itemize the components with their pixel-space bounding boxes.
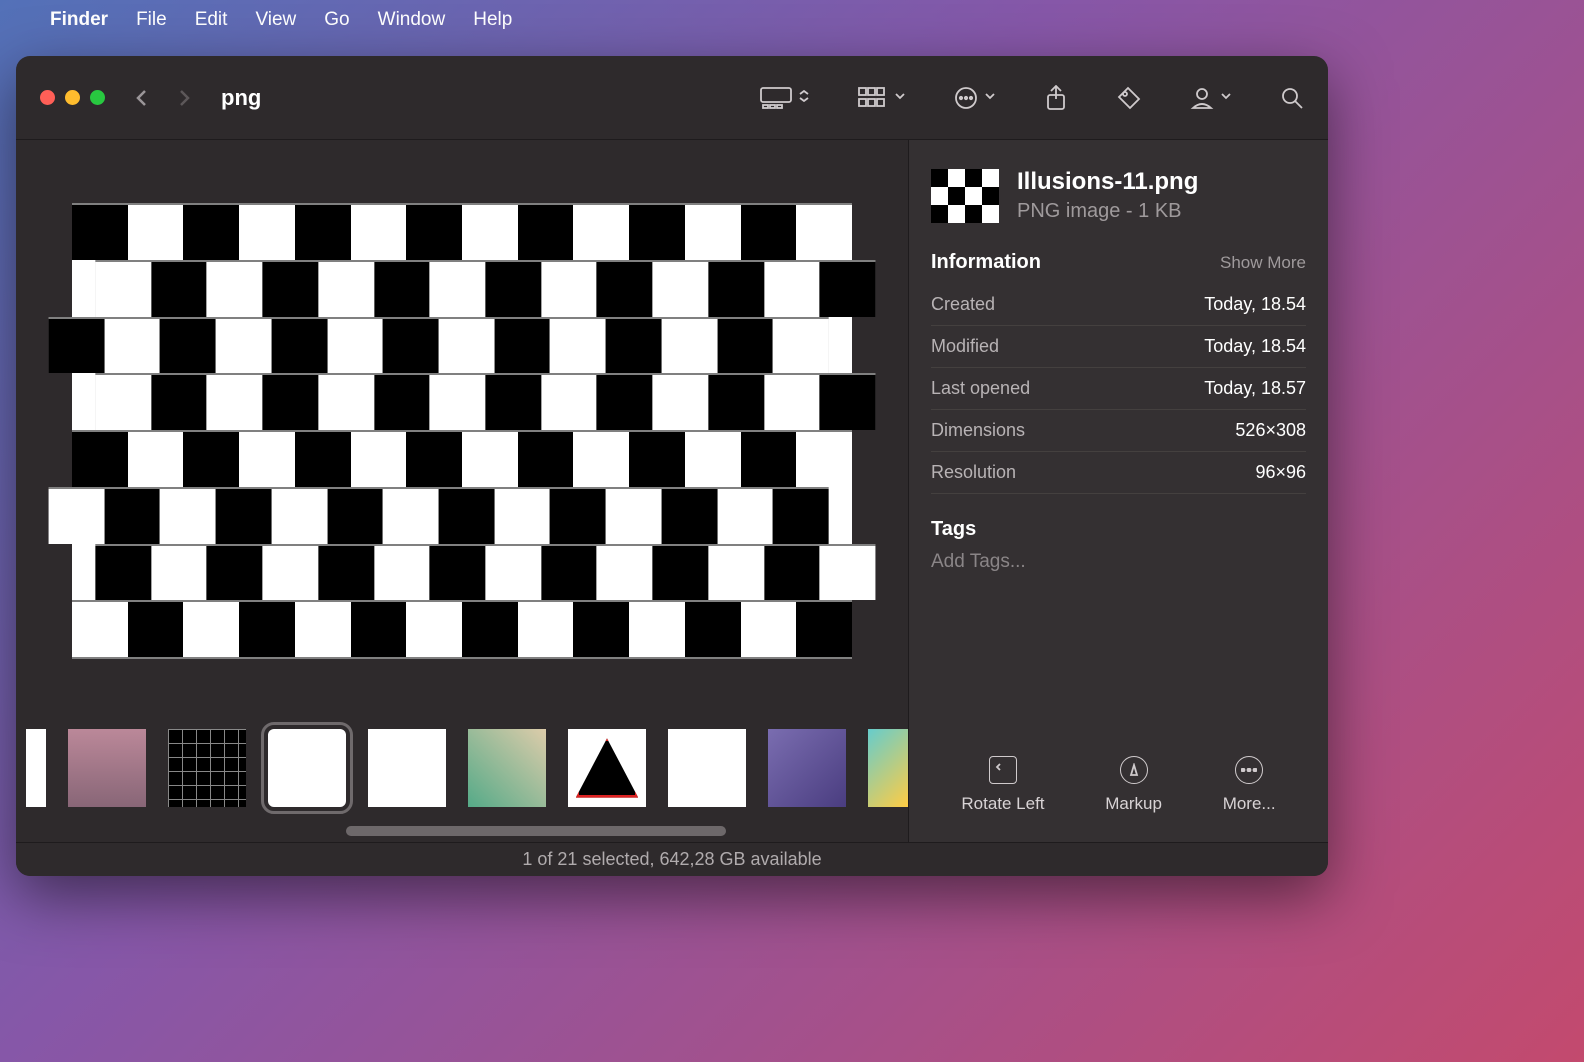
- window-title: png: [221, 85, 261, 111]
- filename: Illusions-11.png: [1017, 168, 1198, 196]
- menu-window[interactable]: Window: [378, 9, 446, 31]
- tag-button[interactable]: [1116, 85, 1142, 111]
- thumbnail[interactable]: [168, 729, 246, 807]
- info-value: 526×308: [1235, 420, 1306, 441]
- markup-button[interactable]: Markup: [1105, 756, 1162, 814]
- more-icon: [1235, 756, 1263, 784]
- thumbnail-selected[interactable]: [268, 729, 346, 807]
- tags-section-title: Tags: [931, 518, 1306, 541]
- action-button[interactable]: [954, 86, 996, 110]
- rotate-icon: [989, 756, 1017, 784]
- thumbnail[interactable]: [868, 729, 908, 807]
- minimize-button[interactable]: [65, 90, 80, 105]
- back-button[interactable]: [133, 89, 151, 107]
- thumbnail[interactable]: [768, 729, 846, 807]
- show-more-button[interactable]: Show More: [1220, 253, 1306, 273]
- menubar-app[interactable]: Finder: [50, 9, 108, 31]
- thumbnail[interactable]: [468, 729, 546, 807]
- chevron-down-icon: [894, 89, 906, 107]
- finder-window: png: [16, 56, 1328, 876]
- info-section-title: Information: [931, 251, 1041, 274]
- main-pane: [16, 140, 908, 842]
- inspector-panel: Illusions-11.png PNG image - 1 KB Inform…: [908, 140, 1328, 842]
- user-dropdown[interactable]: [1190, 86, 1232, 110]
- chevron-down-icon: [984, 89, 996, 107]
- status-bar: 1 of 21 selected, 642,28 GB available: [16, 842, 1328, 876]
- zoom-button[interactable]: [90, 90, 105, 105]
- action-label: Markup: [1105, 794, 1162, 814]
- thumbnail[interactable]: [26, 729, 46, 807]
- menu-view[interactable]: View: [255, 9, 296, 31]
- gallery-view-button[interactable]: [760, 87, 810, 109]
- info-value: Today, 18.54: [1204, 336, 1306, 357]
- action-label: More...: [1223, 794, 1276, 814]
- thumbnail-strip: [16, 722, 908, 842]
- thumbnail[interactable]: [568, 729, 646, 807]
- menu-help[interactable]: Help: [473, 9, 512, 31]
- share-button[interactable]: [1044, 85, 1068, 111]
- close-button[interactable]: [40, 90, 55, 105]
- info-value: Today, 18.57: [1204, 378, 1306, 399]
- preview-image[interactable]: [72, 203, 852, 659]
- group-button[interactable]: [858, 87, 906, 109]
- tags-input[interactable]: Add Tags...: [931, 551, 1306, 573]
- info-label: Created: [931, 294, 995, 315]
- thumbnail[interactable]: [668, 729, 746, 807]
- toolbar: png: [16, 56, 1328, 140]
- thumbnail[interactable]: [368, 729, 446, 807]
- markup-icon: [1120, 756, 1148, 784]
- chevron-down-icon: [1220, 89, 1232, 107]
- file-subtitle: PNG image - 1 KB: [1017, 200, 1198, 223]
- info-value: Today, 18.54: [1204, 294, 1306, 315]
- info-label: Resolution: [931, 462, 1016, 483]
- info-label: Dimensions: [931, 420, 1025, 441]
- thumbnail[interactable]: [68, 729, 146, 807]
- forward-button[interactable]: [175, 89, 193, 107]
- window-controls: [40, 90, 105, 105]
- rotate-left-button[interactable]: Rotate Left: [961, 756, 1044, 814]
- thumbnail-scrollbar[interactable]: [346, 826, 726, 836]
- updown-icon: [798, 89, 810, 107]
- more-button[interactable]: More...: [1223, 756, 1276, 814]
- nav-buttons: [133, 89, 193, 107]
- menu-file[interactable]: File: [136, 9, 167, 31]
- inspector-thumbnail: [931, 169, 999, 223]
- info-label: Modified: [931, 336, 999, 357]
- search-button[interactable]: [1280, 86, 1304, 110]
- info-label: Last opened: [931, 378, 1030, 399]
- menu-go[interactable]: Go: [324, 9, 349, 31]
- menu-edit[interactable]: Edit: [195, 9, 228, 31]
- menubar: Finder File Edit View Go Window Help: [0, 0, 1584, 40]
- info-value: 96×96: [1255, 462, 1306, 483]
- preview-area: [16, 140, 908, 722]
- action-label: Rotate Left: [961, 794, 1044, 814]
